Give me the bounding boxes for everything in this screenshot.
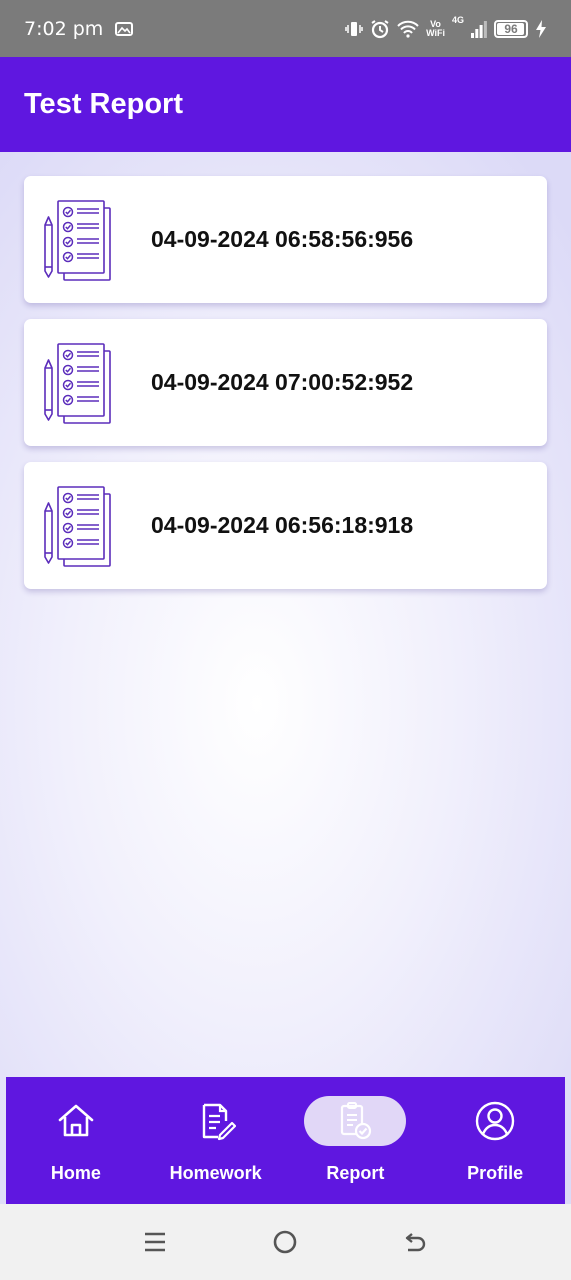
vibrate-icon <box>345 21 363 36</box>
bottom-nav: Home Homework Report Profile <box>6 1077 565 1204</box>
nav-homework[interactable]: Homework <box>146 1077 286 1204</box>
homework-icon <box>202 1103 236 1141</box>
system-navigation-bar <box>0 1204 571 1280</box>
battery-indicator: 96 <box>494 19 528 38</box>
status-time: 7:02 pm <box>24 17 104 40</box>
report-card[interactable]: 04-09-2024 06:58:56:956 <box>24 176 547 303</box>
nav-homework-label: Homework <box>169 1163 262 1183</box>
status-bar: 7:02 pm Vo WiFi 4G 96 <box>0 0 571 57</box>
nav-home[interactable]: Home <box>6 1077 146 1204</box>
nav-home-pill <box>25 1096 127 1146</box>
nav-profile-label: Profile <box>467 1163 524 1183</box>
gallery-notification-icon <box>115 21 134 36</box>
report-timestamp: 04-09-2024 06:58:56:956 <box>151 226 414 252</box>
back-arrow-icon <box>405 1233 425 1252</box>
report-timestamp: 04-09-2024 06:56:18:918 <box>151 512 414 538</box>
report-timestamp: 04-09-2024 07:00:52:952 <box>151 369 414 395</box>
home-system-button[interactable] <box>265 1222 305 1262</box>
recents-button[interactable] <box>135 1222 175 1262</box>
nav-report[interactable]: Report <box>286 1077 426 1204</box>
menu-lines-icon <box>145 1232 166 1252</box>
nav-profile-pill <box>444 1096 546 1146</box>
report-card[interactable]: 04-09-2024 07:00:52:952 <box>24 319 547 446</box>
volte-wifi-indicator: Vo WiFi <box>426 19 445 38</box>
back-button[interactable] <box>396 1222 436 1262</box>
network-type: 4G <box>451 14 464 25</box>
alarm-icon <box>371 19 389 38</box>
home-icon <box>58 1104 94 1137</box>
nav-homework-pill <box>165 1096 267 1146</box>
app-bar: Test Report <box>0 57 571 152</box>
nav-report-label: Report <box>326 1163 385 1183</box>
nav-report-pill <box>304 1096 407 1146</box>
report-card[interactable]: 04-09-2024 06:56:18:918 <box>24 462 547 589</box>
wifi-icon <box>397 20 419 38</box>
report-list: 04-09-2024 06:58:56:956 04-09-2024 07:00… <box>24 176 547 605</box>
signal-icon <box>471 20 487 38</box>
status-icons: Vo WiFi 4G 96 <box>345 15 547 39</box>
checklist-report-icon <box>44 199 111 281</box>
nav-profile[interactable]: Profile <box>425 1077 565 1204</box>
circle-home-icon <box>274 1230 297 1254</box>
volte-bottom: WiFi <box>426 27 445 38</box>
checklist-report-icon <box>44 485 111 567</box>
report-icon <box>341 1102 372 1140</box>
profile-icon <box>475 1101 515 1141</box>
checklist-report-icon <box>44 342 111 424</box>
page-title: Test Report <box>24 88 183 120</box>
battery-level: 96 <box>504 21 518 36</box>
charging-icon <box>536 19 546 38</box>
nav-home-label: Home <box>50 1163 101 1183</box>
